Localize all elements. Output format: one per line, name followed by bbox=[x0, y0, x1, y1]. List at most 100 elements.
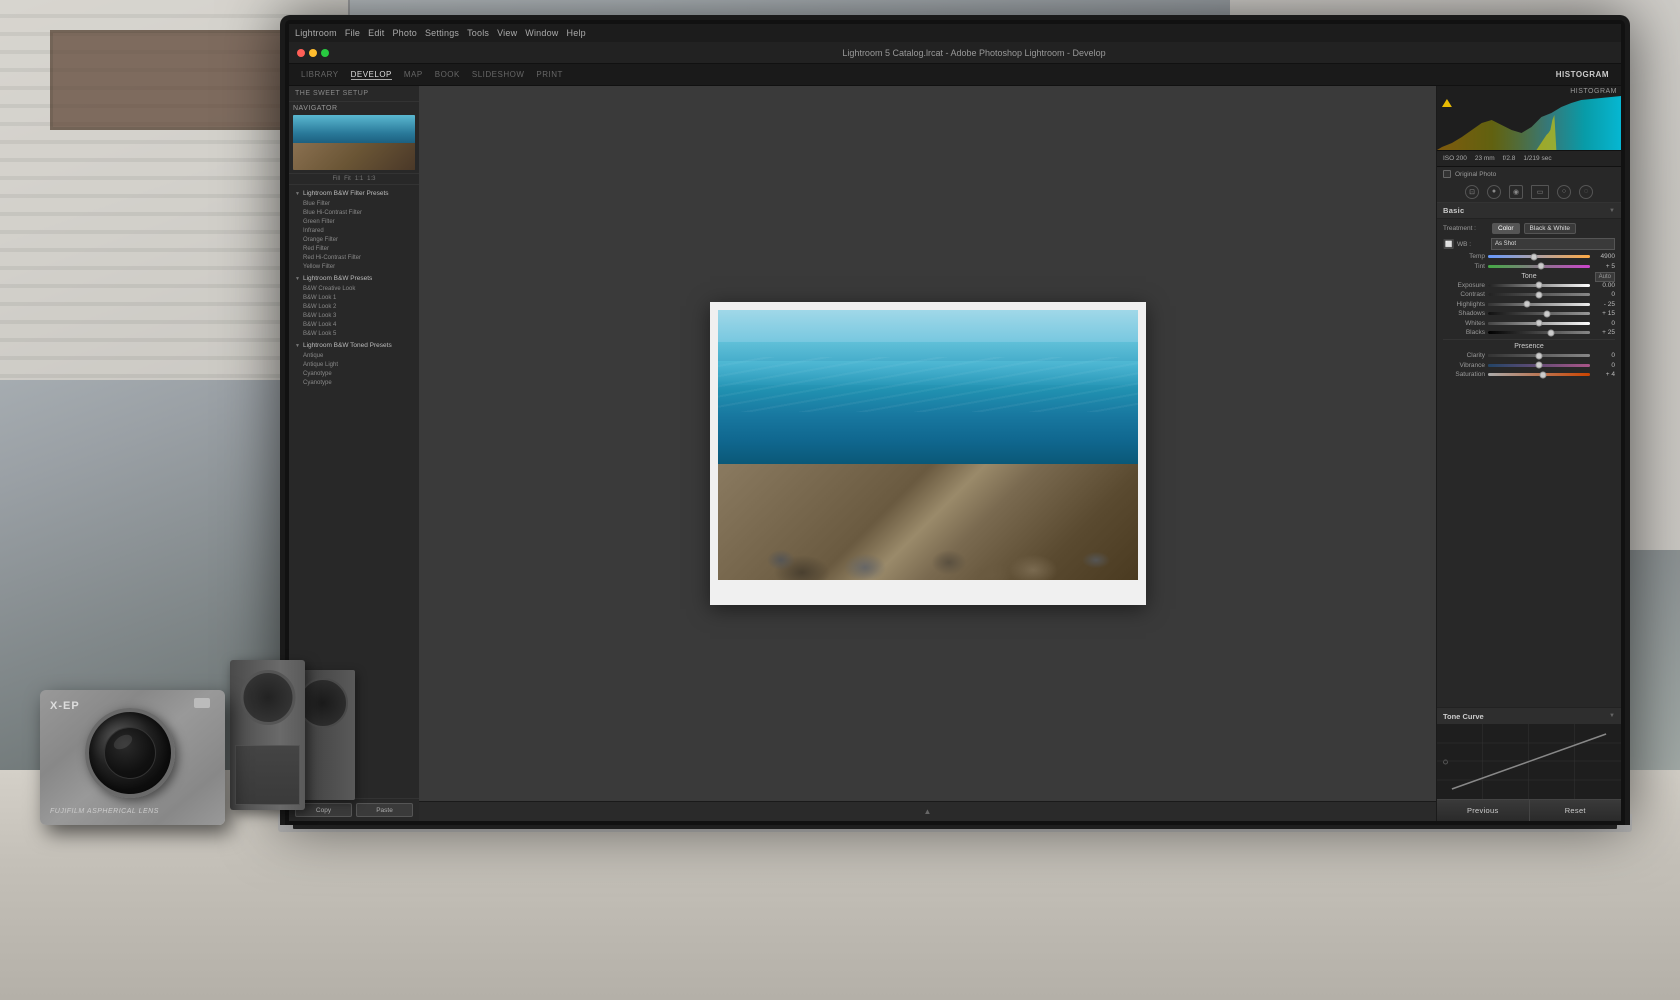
module-map[interactable]: MAP bbox=[404, 70, 423, 79]
highlights-slider-track[interactable] bbox=[1488, 303, 1590, 306]
photo-frame bbox=[710, 302, 1146, 605]
bw-button[interactable]: Black & White bbox=[1524, 223, 1576, 234]
tone-curve-header[interactable]: Tone Curve ▼ bbox=[1437, 708, 1621, 724]
module-book[interactable]: BOOK bbox=[435, 70, 460, 79]
zoom-1-3[interactable]: 1:3 bbox=[367, 176, 375, 182]
preset-cyanotype[interactable]: Cyanotype bbox=[289, 369, 419, 378]
lens-cap-2-glass bbox=[298, 678, 348, 728]
saturation-slider-track[interactable] bbox=[1488, 373, 1590, 376]
menu-item-view[interactable]: View bbox=[497, 28, 517, 38]
vibrance-slider-track[interactable] bbox=[1488, 364, 1590, 367]
shadows-slider-track[interactable] bbox=[1488, 312, 1590, 315]
saturation-slider-thumb[interactable] bbox=[1540, 371, 1547, 378]
menu-item-window[interactable]: Window bbox=[525, 28, 558, 38]
paste-button[interactable]: Paste bbox=[356, 803, 413, 817]
temp-slider-track[interactable] bbox=[1488, 255, 1590, 258]
zoom-fill[interactable]: Fill bbox=[332, 176, 340, 182]
zoom-fit[interactable]: Fit bbox=[344, 176, 351, 182]
tint-slider-track[interactable] bbox=[1488, 265, 1590, 268]
preset-bw-creative[interactable]: B&W Creative Look bbox=[289, 284, 419, 293]
maximize-button[interactable] bbox=[321, 49, 329, 57]
preset-infrared[interactable]: Infrared bbox=[289, 226, 419, 235]
clarity-slider-thumb[interactable] bbox=[1536, 352, 1543, 359]
center-arrow-icon[interactable]: ▲ bbox=[924, 807, 932, 816]
thumbnail-water bbox=[293, 115, 415, 145]
crop-tool[interactable]: ⊡ bbox=[1465, 185, 1479, 199]
traffic-lights bbox=[297, 49, 329, 57]
exposure-slider-track[interactable] bbox=[1488, 284, 1590, 287]
preset-cyanotype2[interactable]: Cyanotype bbox=[289, 378, 419, 387]
close-button[interactable] bbox=[297, 49, 305, 57]
contrast-slider-track[interactable] bbox=[1488, 293, 1590, 296]
preset-blue-filter[interactable]: Blue Filter bbox=[289, 199, 419, 208]
tint-slider-thumb[interactable] bbox=[1538, 263, 1545, 270]
reset-button[interactable]: Reset bbox=[1530, 799, 1622, 821]
menu-item-edit[interactable]: Edit bbox=[368, 28, 384, 38]
vibrance-value: 0 bbox=[1593, 362, 1615, 369]
menu-item-lightroom[interactable]: Lightroom bbox=[295, 28, 337, 38]
whites-slider-track[interactable] bbox=[1488, 322, 1590, 325]
auto-button[interactable]: Auto bbox=[1595, 272, 1615, 282]
module-slideshow[interactable]: SLIDESHOW bbox=[472, 70, 525, 79]
previous-button[interactable]: Previous bbox=[1437, 799, 1530, 821]
preset-blue-hi[interactable]: Blue Hi-Contrast Filter bbox=[289, 208, 419, 217]
temp-slider-thumb[interactable] bbox=[1530, 253, 1537, 260]
radial-filter-tool[interactable]: ○ bbox=[1557, 185, 1571, 199]
preset-red[interactable]: Red Filter bbox=[289, 244, 419, 253]
clarity-slider-track[interactable] bbox=[1488, 354, 1590, 357]
preset-yellow[interactable]: Yellow Filter bbox=[289, 262, 419, 271]
blacks-slider-thumb[interactable] bbox=[1548, 329, 1555, 336]
whites-slider-thumb[interactable] bbox=[1536, 320, 1543, 327]
main-photo[interactable] bbox=[718, 310, 1138, 580]
navigator-title: Navigator bbox=[293, 105, 415, 112]
preset-green[interactable]: Green Filter bbox=[289, 217, 419, 226]
preset-group-bwpresets-title[interactable]: Lightroom B&W Presets bbox=[289, 273, 419, 284]
color-button[interactable]: Color bbox=[1492, 223, 1520, 234]
preset-red-hi[interactable]: Red Hi-Contrast Filter bbox=[289, 253, 419, 262]
menu-item-settings[interactable]: Settings bbox=[425, 28, 459, 38]
blacks-slider-fill bbox=[1488, 331, 1590, 334]
dropper-icon[interactable]: 🔲 bbox=[1443, 239, 1453, 249]
preset-group-bwfilter-title[interactable]: Lightroom B&W Filter Presets bbox=[289, 188, 419, 199]
menu-item-tools[interactable]: Tools bbox=[467, 28, 489, 38]
preset-group-bwtoned-title[interactable]: Lightroom B&W Toned Presets bbox=[289, 340, 419, 351]
lens-cap-1 bbox=[230, 660, 305, 810]
preset-antique[interactable]: Antique bbox=[289, 351, 419, 360]
menu-item-photo[interactable]: Photo bbox=[392, 28, 417, 38]
contrast-slider-thumb[interactable] bbox=[1536, 291, 1543, 298]
zoom-1-1[interactable]: 1:1 bbox=[355, 176, 363, 182]
preset-bw-look4[interactable]: B&W Look 4 bbox=[289, 320, 419, 329]
module-print[interactable]: PRINT bbox=[536, 70, 563, 79]
wb-select[interactable]: As Shot bbox=[1491, 238, 1615, 250]
preset-bw-look1[interactable]: B&W Look 1 bbox=[289, 293, 419, 302]
preset-antique-light[interactable]: Antique Light bbox=[289, 360, 419, 369]
lens-barrel bbox=[235, 745, 300, 805]
exposure-slider-thumb[interactable] bbox=[1536, 282, 1543, 289]
minimize-button[interactable] bbox=[309, 49, 317, 57]
preset-orange[interactable]: Orange Filter bbox=[289, 235, 419, 244]
preset-bw-look5[interactable]: B&W Look 5 bbox=[289, 329, 419, 338]
red-eye-tool[interactable]: ◉ bbox=[1509, 185, 1523, 199]
adjustment-brush-tool[interactable]: ◌ bbox=[1579, 185, 1593, 199]
vibrance-slider-thumb[interactable] bbox=[1536, 362, 1543, 369]
laptop-screen-inset: Lightroom File Edit Photo Settings Tools… bbox=[285, 20, 1625, 825]
menu-item-help[interactable]: Help bbox=[567, 28, 586, 38]
shadows-slider-thumb[interactable] bbox=[1544, 310, 1551, 317]
module-develop[interactable]: DEVELOP bbox=[351, 70, 392, 80]
preset-bw-look2[interactable]: B&W Look 2 bbox=[289, 302, 419, 311]
blacks-label: Blacks bbox=[1443, 329, 1485, 336]
temp-row: Temp 4900 bbox=[1443, 253, 1615, 260]
preset-bw-look3[interactable]: B&W Look 3 bbox=[289, 311, 419, 320]
graduated-filter-tool[interactable]: ▭ bbox=[1531, 185, 1549, 199]
saturation-value: + 4 bbox=[1593, 371, 1615, 378]
blacks-slider-track[interactable] bbox=[1488, 331, 1590, 334]
spot-removal-tool[interactable]: ● bbox=[1487, 185, 1501, 199]
highlights-slider-thumb[interactable] bbox=[1523, 301, 1530, 308]
action-buttons: Previous Reset bbox=[1437, 799, 1621, 821]
original-photo-checkbox[interactable] bbox=[1443, 170, 1451, 178]
basic-panel-header[interactable]: Basic ▼ bbox=[1437, 203, 1621, 219]
menu-item-file[interactable]: File bbox=[345, 28, 360, 38]
preset-group-bwfilter: Lightroom B&W Filter Presets Blue Filter… bbox=[289, 188, 419, 271]
module-library[interactable]: LIBRARY bbox=[301, 70, 339, 79]
camera-flash bbox=[194, 698, 210, 708]
